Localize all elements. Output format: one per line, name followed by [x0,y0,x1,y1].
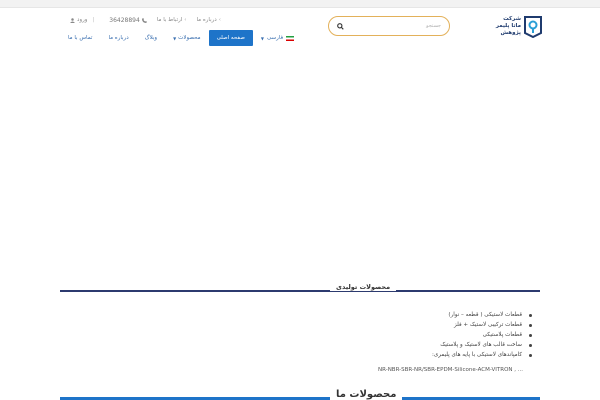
section-produced-products: محصولات تولیدی [60,283,540,293]
chevron-down-icon: ▼ [173,35,177,41]
list-item: ساخت قالب های لاستیک و پلاستیک [332,340,532,350]
search-box [328,16,450,36]
logo-text: شرکت ماتا پلیمر پژوهش [481,16,521,37]
search-icon [336,22,344,30]
phone-icon [141,17,147,23]
phone-number[interactable]: 36428894 [109,17,147,24]
nav-products[interactable]: ▼ محصولات [165,30,209,46]
search-button[interactable] [329,17,351,35]
about-link[interactable]: درباره ما ‹ [197,17,221,23]
chevron-down-icon: ▼ [260,35,264,41]
logo-text-line2: ماتا پلیمر [495,23,521,29]
list-item: قطعات پلاستیکی [332,330,532,340]
section-divider [60,290,540,292]
nav-blog[interactable]: وبلاگ [137,30,165,46]
contact-link[interactable]: ارتباط با ما ‹ [157,17,187,23]
top-strip [0,0,600,8]
iran-flag-icon [286,35,295,41]
section-title: محصولات ما [330,389,403,400]
logo-text-line3: پژوهش [500,30,522,36]
nav-home[interactable]: صفحه اصلی [208,30,253,46]
language-label: فارسی [266,35,284,41]
logo-mark-icon [524,16,542,38]
list-item: قطعات لاستیکی ( قطعه – نوار) [332,310,532,320]
search-input[interactable] [349,20,441,32]
nav-about[interactable]: درباره ما [100,30,136,46]
top-utility-nav: ورود | 36428894 ارتباط با ما ‹ درباره ما… [60,14,221,26]
chevron-left-icon: ‹ [184,17,187,23]
product-list: قطعات لاستیکی ( قطعه – نوار) قطعات ترکیب… [332,310,532,360]
logo-text-line1: شرکت [503,16,521,22]
login-link[interactable]: ورود [70,17,87,23]
login-label: ورود [77,17,88,23]
user-icon [70,17,75,23]
materials-text: NR-NBR-SBR-NR/SBR-EPDM-Silicone-ACM-VITR… [378,367,524,373]
nav-contact[interactable]: تماس با ما [60,30,100,46]
contact-label: ارتباط با ما [156,17,183,23]
section-title: محصولات تولیدی [330,283,397,291]
phone-label: 36428894 [109,16,140,24]
company-logo[interactable]: شرکت ماتا پلیمر پژوهش [480,14,542,42]
nav-products-label: محصولات [178,35,201,41]
list-item: قطعات ترکیبی لاستیک + فلز [332,320,532,330]
main-nav: تماس با ما درباره ما وبلاگ ▼ محصولات صفح… [60,30,302,46]
language-selector[interactable]: ▼ فارسی [253,30,302,46]
hero-area [0,52,600,282]
list-item: کامپاندهای لاستیکی با پایه های پلیمری: [332,350,532,360]
chevron-left-icon: ‹ [218,17,221,23]
section-our-products: محصولات ما [60,389,540,400]
about-label: درباره ما [196,17,217,23]
nav-separator: | [92,17,95,23]
